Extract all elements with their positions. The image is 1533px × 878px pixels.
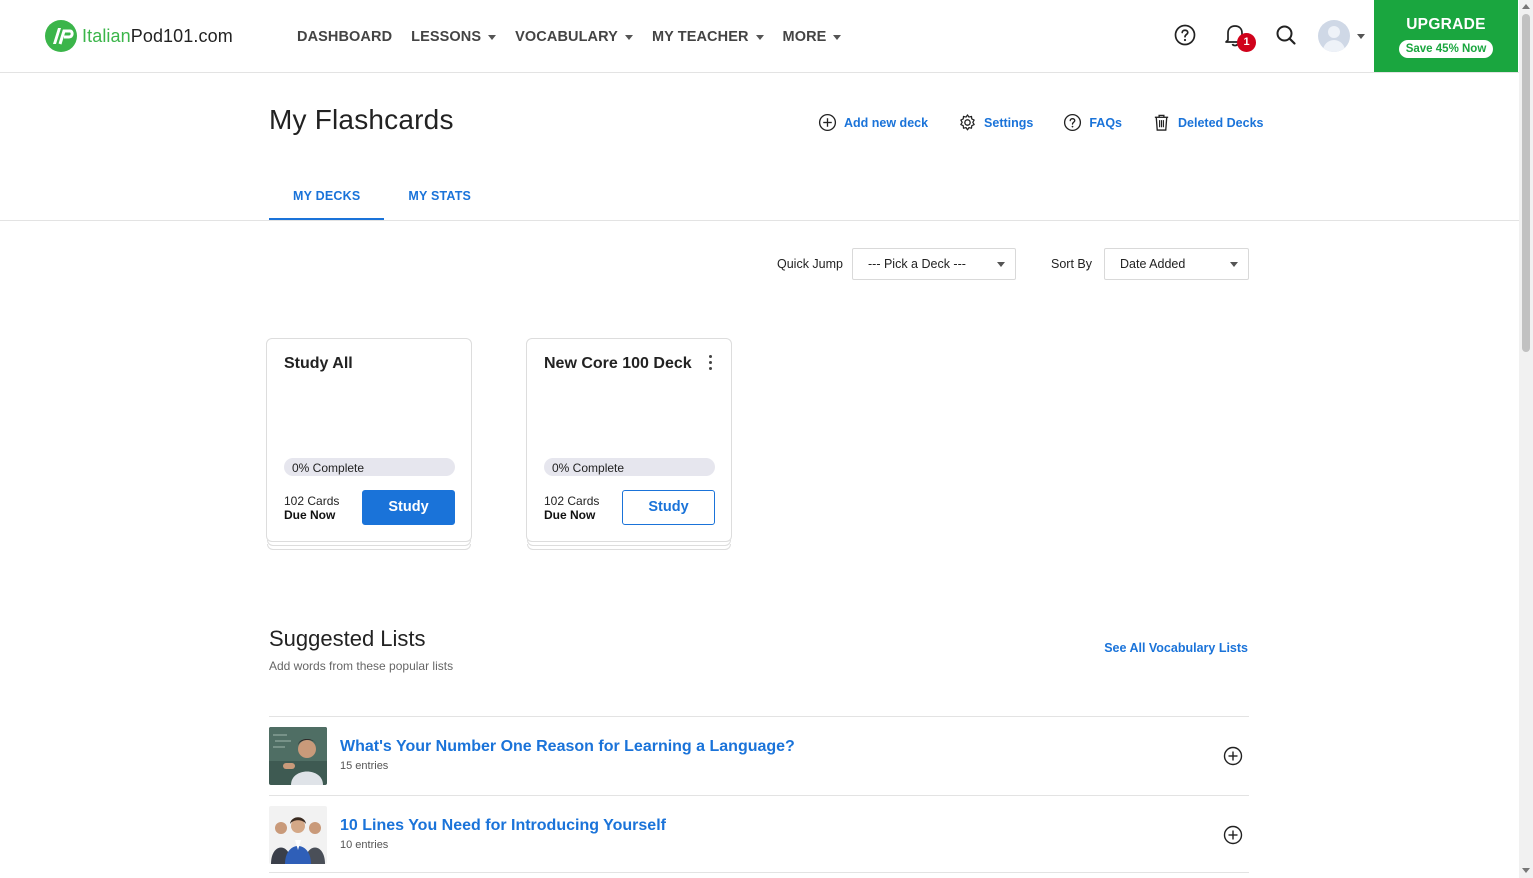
deck-progress-text: 0% Complete [292, 461, 365, 475]
logo-wordmark-part2: Pod101.com [130, 25, 233, 46]
page-scrollbar[interactable] [1519, 0, 1533, 878]
deck-card-new-core-100: New Core 100 Deck 0% Complete 102 Cards … [526, 338, 732, 552]
add-list-button[interactable] [1223, 825, 1243, 850]
list-title-link[interactable]: What's Your Number One Reason for Learni… [340, 738, 795, 756]
trash-icon [1154, 114, 1169, 131]
plus-circle-icon [818, 113, 837, 132]
list-thumbnail [269, 727, 327, 785]
profile-menu[interactable] [1318, 20, 1365, 52]
quick-jump-select[interactable]: --- Pick a Deck --- [852, 248, 1016, 280]
list-item: What's Your Number One Reason for Learni… [269, 716, 1249, 795]
list-divider [269, 872, 1249, 873]
chevron-down-icon [833, 34, 842, 40]
sort-by-label: Sort By [1051, 257, 1092, 271]
logo-mark-icon [45, 20, 77, 52]
top-navbar: ItalianPod101.com DASHBOARD LESSONS VOCA… [0, 0, 1519, 73]
chevron-down-icon [488, 34, 497, 40]
add-new-deck-link[interactable]: Add new deck [818, 113, 928, 132]
nav-dashboard-label: DASHBOARD [297, 29, 393, 45]
deck-title: New Core 100 Deck [544, 355, 692, 372]
nav-vocabulary-label: VOCABULARY [515, 29, 618, 45]
more-options-icon[interactable] [709, 355, 713, 373]
study-button[interactable]: Study [362, 490, 455, 525]
deleted-decks-link[interactable]: Deleted Decks [1152, 113, 1263, 132]
deck-progress-bar: 0% Complete [284, 458, 455, 476]
add-new-deck-label: Add new deck [844, 115, 929, 130]
faqs-label: FAQs [1089, 115, 1123, 130]
deck-cards-count: 102 Cards [544, 494, 600, 508]
list-item: 10 Lines You Need for Introducing Yourse… [269, 795, 1249, 874]
list-entries-count: 10 entries [340, 839, 389, 851]
flashcard-tabs: MY DECKS MY STATS [269, 189, 495, 221]
notifications-button[interactable]: 1 [1223, 22, 1256, 53]
deck-title: Study All [284, 355, 353, 372]
settings-label: Settings [984, 115, 1034, 130]
deck-progress-bar: 0% Complete [544, 458, 715, 476]
plus-circle-icon [1223, 825, 1243, 845]
suggested-lists-title: Suggested Lists [269, 626, 426, 651]
list-entries-count: 15 entries [340, 760, 389, 772]
see-all-vocabulary-lists-link[interactable]: See All Vocabulary Lists [1104, 641, 1248, 655]
list-thumbnail [269, 806, 327, 864]
upgrade-discount-badge: Save 45% Now [1398, 40, 1494, 58]
deck-card-study-all: Study All 0% Complete 102 Cards Due Now … [266, 338, 472, 552]
nav-my-teacher-label: MY TEACHER [651, 29, 749, 45]
upgrade-title: UPGRADE [1406, 16, 1486, 33]
study-button[interactable]: Study [622, 490, 715, 525]
deck-card-body[interactable]: Study All 0% Complete 102 Cards Due Now … [266, 338, 472, 542]
list-title-link[interactable]: 10 Lines You Need for Introducing Yourse… [340, 817, 666, 835]
tab-my-stats[interactable]: MY STATS [384, 189, 495, 221]
nav-more-label: MORE [782, 29, 827, 45]
deck-progress-text: 0% Complete [552, 461, 625, 475]
gear-icon [960, 114, 975, 131]
nav-vocabulary[interactable]: VOCABULARY [515, 29, 633, 45]
help-circle-icon [1064, 113, 1082, 132]
add-list-button[interactable] [1223, 746, 1243, 771]
scroll-down-arrow-icon[interactable] [1522, 868, 1530, 873]
plus-circle-icon [1223, 746, 1243, 766]
deck-due-label: Due Now [544, 508, 596, 522]
avatar [1318, 20, 1350, 52]
nav-my-teacher[interactable]: MY TEACHER [652, 29, 764, 45]
header-actions: Add new deck Settings FAQs Deleted Decks [818, 113, 1263, 132]
logo-wordmark-part1: Italian [82, 25, 131, 46]
tab-my-decks[interactable]: MY DECKS [269, 189, 385, 221]
search-button[interactable] [1274, 22, 1298, 53]
main-nav: DASHBOARD LESSONS VOCABULARY MY TEACHER … [297, 29, 860, 45]
quick-jump-value: --- Pick a Deck --- [868, 257, 966, 271]
logo-wordmark: ItalianPod101.com [82, 26, 233, 47]
chevron-down-icon [1357, 33, 1365, 39]
sort-by-value: Date Added [1120, 257, 1186, 271]
site-logo[interactable]: ItalianPod101.com [44, 19, 233, 53]
scroll-up-arrow-icon[interactable] [1522, 4, 1530, 9]
page-title: My Flashcards [269, 104, 454, 135]
settings-link[interactable]: Settings [958, 113, 1033, 132]
deck-cards-count: 102 Cards [284, 494, 340, 508]
suggested-lists-subtitle: Add words from these popular lists [269, 659, 454, 673]
deck-due-label: Due Now [284, 508, 336, 522]
help-circle-icon [1174, 24, 1196, 46]
deleted-decks-label: Deleted Decks [1178, 115, 1264, 130]
chevron-down-icon [755, 34, 764, 40]
chevron-down-icon [1230, 262, 1238, 267]
nav-lessons[interactable]: LESSONS [411, 29, 497, 45]
chevron-down-icon [997, 262, 1005, 267]
scrollbar-thumb[interactable] [1522, 14, 1530, 352]
notification-badge: 1 [1237, 33, 1256, 52]
chevron-down-icon [624, 34, 633, 40]
faqs-link[interactable]: FAQs [1063, 113, 1122, 132]
tabs-divider [0, 220, 1519, 221]
business-people-image [269, 806, 327, 864]
nav-lessons-label: LESSONS [411, 29, 482, 45]
sort-by-select[interactable]: Date Added [1104, 248, 1249, 280]
deck-card-body[interactable]: New Core 100 Deck 0% Complete 102 Cards … [526, 338, 732, 542]
student-at-chalkboard-image [269, 727, 327, 785]
help-button[interactable] [1173, 22, 1197, 53]
quick-jump-label: Quick Jump [777, 257, 843, 271]
nav-more[interactable]: MORE [783, 29, 842, 45]
search-icon [1276, 25, 1296, 45]
nav-dashboard[interactable]: DASHBOARD [297, 29, 392, 45]
upgrade-button[interactable]: UPGRADE Save 45% Now [1374, 0, 1518, 72]
